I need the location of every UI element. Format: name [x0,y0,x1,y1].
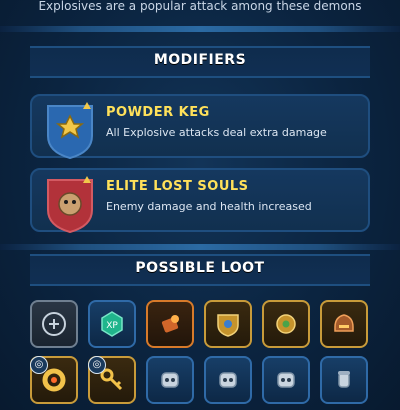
top-divider [0,26,400,32]
loot-slot[interactable] [146,356,194,404]
robot-head-icon [277,372,295,388]
page-subtitle: Explosives are a popular attack among th… [38,0,362,13]
xp-label: XP [106,321,118,331]
loot-slot[interactable] [320,356,368,404]
info-badge: ◎ [30,356,48,374]
explosion-icon [47,102,93,160]
gauntlet-icon [338,371,350,388]
robot-head-icon [219,372,237,388]
loot-slot[interactable] [262,300,310,348]
modifier-description: All Explosive attacks deal extra damage [106,126,327,139]
modifiers-title: MODIFIERS [153,52,247,68]
demon-skull-icon [47,176,93,234]
modifier-card-elite-lost-souls: ELITE LOST SOULS Enemy damage and health… [30,168,370,234]
modifier-title: ELITE LOST SOULS [106,179,249,194]
emblem-icon [42,312,66,336]
loot-slot[interactable] [30,300,78,348]
gold-shield-icon [217,314,239,337]
explosive-charge-icon [161,315,179,333]
loot-slot[interactable] [262,356,310,404]
modifier-title: POWDER KEG [106,105,210,120]
loot-slot[interactable]: ◎ [30,356,78,404]
loot-slot[interactable]: XP [88,300,136,348]
loot-row: ◎ ◎ [30,356,370,406]
loot-slot[interactable] [204,300,252,348]
modifier-description: Enemy damage and health increased [106,200,312,213]
bronze-helmet-icon [334,314,354,332]
loot-slot[interactable] [204,356,252,404]
robot-head-icon [161,372,179,388]
loot-title: POSSIBLE LOOT [135,260,265,276]
loot-slot[interactable]: ◎ [88,356,136,404]
xp-icon: XP [101,311,123,337]
mid-divider [0,244,400,250]
gold-gear-icon [276,314,296,334]
loot-slot[interactable] [146,300,194,348]
modifier-card-powder-keg: POWDER KEG All Explosive attacks deal ex… [30,94,370,160]
loot-row: XP [30,300,370,350]
info-badge: ◎ [88,356,106,374]
loot-slot[interactable] [320,300,368,348]
